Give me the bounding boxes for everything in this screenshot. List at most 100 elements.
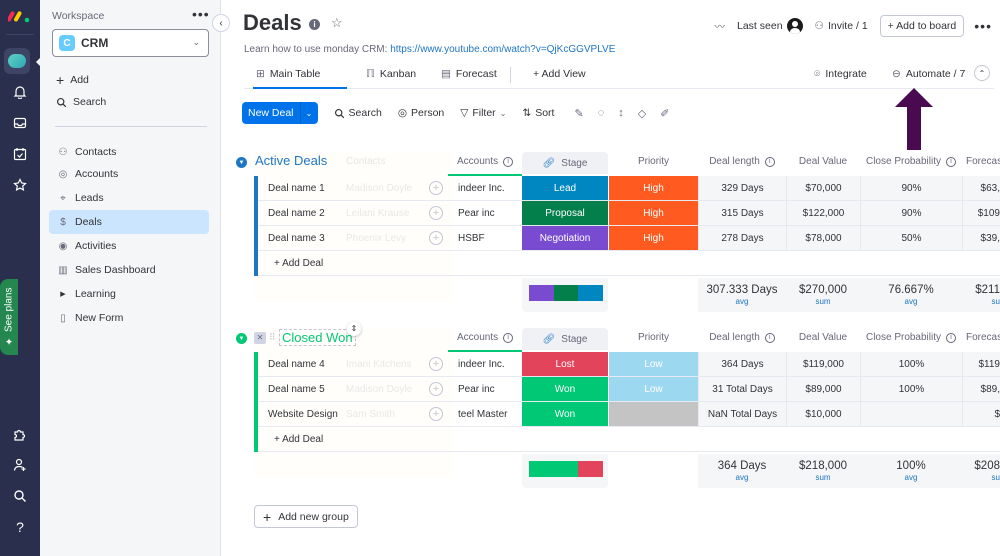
sidebar-item-deals[interactable]: $ Deals — [49, 210, 209, 234]
column-header-deal-value[interactable]: Deal Value — [786, 156, 860, 167]
add-view-button[interactable]: + Add View — [533, 60, 586, 88]
priority-cell[interactable] — [609, 402, 698, 426]
color-fill-icon[interactable]: ◇ — [638, 107, 646, 120]
close-probability-cell[interactable]: 50% — [860, 226, 962, 250]
sidebar-item-activities[interactable]: ◉ Activities — [49, 234, 209, 258]
search-button[interactable]: Search — [334, 107, 382, 119]
table-row[interactable]: Website Design Sam Smith + teel Master W… — [254, 402, 1000, 427]
add-update-icon[interactable]: + — [429, 181, 443, 195]
info-icon[interactable]: i — [503, 332, 514, 343]
add-update-icon[interactable]: + — [429, 357, 443, 371]
stage-cell[interactable]: Negotiation — [522, 226, 608, 250]
info-icon[interactable]: i — [764, 156, 775, 167]
add-deal-row[interactable]: + Add Deal — [254, 427, 1000, 452]
info-icon[interactable]: i — [764, 332, 775, 343]
summary-function[interactable]: sum — [815, 297, 830, 306]
forecast-cell[interactable]: $119 — [962, 352, 1000, 376]
account-cell[interactable]: HSBF — [458, 233, 485, 244]
sort-button[interactable]: ⇅ Sort — [522, 107, 554, 119]
column-header-accounts[interactable]: Accounts i — [457, 332, 514, 343]
summary-function[interactable]: sum — [815, 473, 830, 482]
table-row[interactable]: Deal name 4 Imani Kitchens + indeer Inc.… — [254, 352, 1000, 377]
calendar-check-icon[interactable] — [10, 144, 30, 164]
tab-main-table[interactable]: ⊞ Main Table — [253, 60, 347, 89]
invite-button[interactable]: ⚇ Invite / 1 — [815, 20, 868, 32]
account-cell[interactable]: Pear inc — [458, 208, 495, 219]
deal-name[interactable]: Website Design — [268, 409, 338, 420]
deal-length-cell[interactable]: 315 Days — [698, 201, 786, 225]
info-icon[interactable]: i — [946, 332, 957, 343]
deal-value-cell[interactable]: $122,000 — [786, 201, 860, 225]
close-probability-cell[interactable]: 90% — [860, 201, 962, 225]
stage-cell[interactable]: Proposal — [522, 201, 608, 225]
drag-handle-icon[interactable]: ⠿ — [269, 332, 276, 343]
column-header-accounts[interactable]: Accounts i — [457, 156, 514, 167]
automate-button[interactable]: ⊖ Automate / 7 — [892, 60, 965, 88]
summary-function[interactable]: su — [992, 297, 1000, 306]
deal-name[interactable]: Deal name 4 — [268, 359, 325, 370]
chevron-down-icon[interactable]: ⌄ — [299, 102, 318, 124]
stage-cell[interactable]: Won — [522, 402, 608, 426]
info-icon[interactable]: i — [309, 19, 320, 30]
add-update-icon[interactable]: + — [429, 382, 443, 396]
column-header-priority[interactable]: Priority — [609, 156, 698, 167]
table-row[interactable]: Deal name 3 Phoenix Levy + HSBF Negotiat… — [254, 226, 1000, 251]
deal-name[interactable]: Deal name 1 — [268, 183, 325, 194]
close-probability-cell[interactable] — [860, 402, 962, 426]
sidebar-item-learning[interactable]: ▶ Learning — [49, 282, 209, 306]
info-icon[interactable]: i — [946, 156, 957, 167]
table-row[interactable]: Deal name 5 Madison Doyle + Pear inc Won… — [254, 377, 1000, 402]
column-header-deal-length[interactable]: Deal length i — [698, 332, 786, 343]
column-header-close-probability[interactable]: Close Probability i — [860, 332, 962, 343]
format-icon[interactable]: ✐ — [660, 107, 669, 120]
forecast-cell[interactable]: $109 — [962, 201, 1000, 225]
table-row[interactable]: Deal name 1 Madison Doyle + indeer Inc. … — [254, 176, 1000, 201]
priority-cell[interactable]: Low — [609, 377, 698, 401]
deal-length-cell[interactable]: 31 Total Days — [698, 377, 786, 401]
workspace-more-icon[interactable]: ••• — [192, 6, 210, 22]
contact-cell[interactable]: Madison Doyle — [346, 183, 412, 194]
pin-icon[interactable]: ✎ — [574, 107, 583, 120]
search-icon[interactable] — [10, 486, 30, 506]
tab-forecast[interactable]: ▤ Forecast — [441, 60, 497, 88]
star-icon[interactable] — [10, 175, 30, 195]
deal-length-cell[interactable]: NaN Total Days — [698, 402, 786, 426]
summary-function[interactable]: avg — [905, 297, 918, 306]
monday-logo[interactable] — [8, 8, 32, 24]
see-plans-button[interactable]: ✦ See plans — [0, 279, 18, 355]
account-cell[interactable]: teel Master — [458, 409, 507, 420]
deal-length-cell[interactable]: 278 Days — [698, 226, 786, 250]
person-filter-button[interactable]: ◎ Person — [398, 107, 444, 119]
collapse-all-icon[interactable]: ✕ — [254, 332, 266, 344]
resize-handle-icon[interactable]: ⇕ — [347, 322, 361, 336]
priority-cell[interactable]: Low — [609, 352, 698, 376]
sidebar-item-new-form[interactable]: ▯ New Form — [49, 306, 209, 330]
add-deal-label[interactable]: + Add Deal — [274, 434, 323, 445]
column-header-stage[interactable]: 🔗︎ Stage — [522, 152, 608, 174]
account-cell[interactable]: indeer Inc. — [458, 183, 505, 194]
contact-cell[interactable]: Imani Kitchens — [346, 359, 412, 370]
description-link[interactable]: https://www.youtube.com/watch?v=QjKcGGVP… — [390, 44, 615, 55]
stage-cell[interactable]: Lead — [522, 176, 608, 200]
contact-cell[interactable]: Madison Doyle — [346, 384, 412, 395]
row-height-icon[interactable]: ↕ — [618, 107, 624, 119]
add-new-group-button[interactable]: + Add new group — [254, 505, 358, 528]
tab-kanban[interactable]: ℿ Kanban — [366, 60, 416, 88]
new-deal-button[interactable]: New Deal ⌄ — [242, 102, 318, 124]
stage-cell[interactable]: Lost — [522, 352, 608, 376]
column-header-deal-length[interactable]: Deal length i — [698, 156, 786, 167]
deal-value-cell[interactable]: $70,000 — [786, 176, 860, 200]
bell-icon[interactable] — [10, 82, 30, 102]
sidebar-item-leads[interactable]: ⌖ Leads — [49, 186, 209, 210]
column-header-close-probability[interactable]: Close Probability i — [860, 156, 962, 167]
column-header-priority[interactable]: Priority — [609, 332, 698, 343]
priority-cell[interactable]: High — [609, 176, 698, 200]
add-button[interactable]: + Add — [56, 72, 89, 88]
filter-button[interactable]: ▽ Filter ⌄ — [460, 107, 506, 119]
more-icon[interactable]: ••• — [974, 18, 992, 34]
last-seen-button[interactable]: Last seen — [737, 18, 803, 34]
forecast-cell[interactable]: $63, — [962, 176, 1000, 200]
workspace-icon[interactable] — [4, 48, 30, 74]
deal-name[interactable]: Deal name 3 — [268, 233, 325, 244]
deal-name[interactable]: Deal name 2 — [268, 208, 325, 219]
